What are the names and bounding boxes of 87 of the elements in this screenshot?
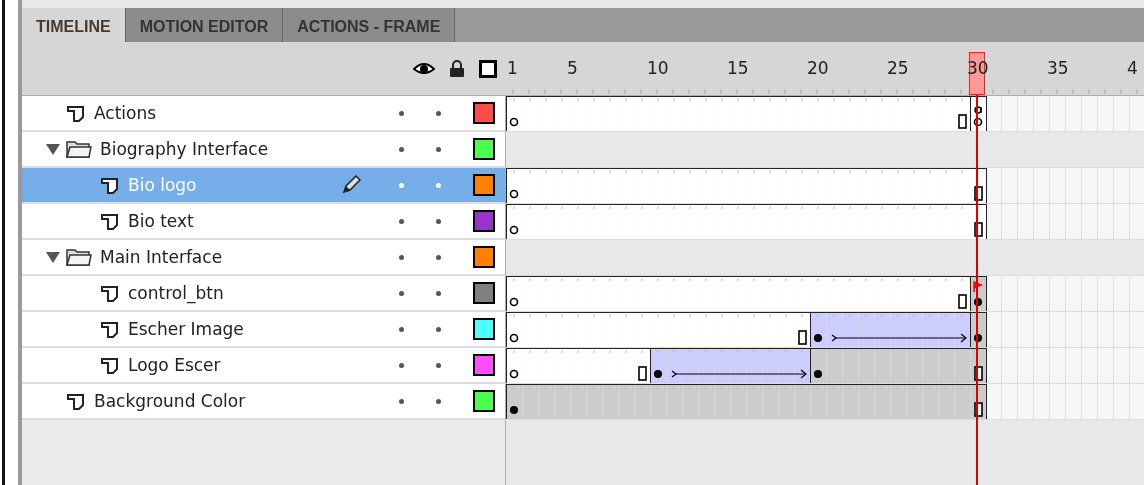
lock-dot[interactable] — [436, 326, 441, 332]
layer-color-swatch[interactable] — [473, 102, 495, 124]
visibility-dot[interactable] — [399, 326, 404, 332]
visibility-dot[interactable] — [399, 218, 404, 224]
layer-name: Background Color — [94, 391, 246, 411]
layer-color-swatch[interactable] — [473, 210, 495, 232]
frame-number: 4 — [1127, 58, 1138, 78]
layer-color-swatch[interactable] — [473, 354, 495, 376]
layer-name: Actions — [94, 103, 157, 123]
lock-dot[interactable] — [436, 110, 441, 116]
expand-arrow-icon[interactable] — [46, 251, 60, 263]
frame-number: 30 — [967, 58, 989, 78]
frame-number: 35 — [1047, 58, 1069, 78]
visibility-dot[interactable] — [399, 146, 404, 152]
folder-icon — [66, 247, 92, 267]
visibility-dot[interactable] — [399, 398, 404, 404]
keyframe-icon[interactable] — [510, 406, 518, 414]
layer-name: Escher Image — [128, 319, 244, 339]
frame-number: 10 — [647, 58, 669, 78]
keyframe-icon[interactable] — [814, 334, 822, 342]
lock-dot[interactable] — [436, 218, 441, 224]
expand-arrow-icon[interactable] — [46, 143, 60, 155]
eye-icon[interactable] — [413, 60, 435, 77]
visibility-dot[interactable] — [399, 254, 404, 260]
lock-dot[interactable] — [436, 146, 441, 152]
layer-icon — [100, 319, 120, 339]
end-frame-icon — [638, 366, 647, 381]
visibility-dot[interactable] — [399, 362, 404, 368]
frame-number: 15 — [727, 58, 749, 78]
frame-number: 25 — [887, 58, 909, 78]
tab[interactable]: TIMELINE — [22, 8, 126, 42]
frame-row[interactable] — [505, 204, 1144, 240]
blank-keyframe-icon[interactable] — [509, 333, 519, 343]
lock-icon[interactable] — [449, 59, 465, 78]
folder-icon — [66, 139, 92, 159]
layer-icon — [100, 175, 120, 195]
end-frame-icon — [798, 330, 807, 345]
keyframe-icon[interactable] — [654, 370, 662, 378]
layer-name: Main Interface — [100, 247, 223, 267]
layer-name: Logo Escer — [128, 355, 221, 375]
layer-name: Bio logo — [128, 175, 197, 195]
end-frame-icon — [958, 294, 967, 309]
layer-row[interactable]: Main Interface — [22, 240, 505, 276]
layer-row[interactable]: Biography Interface — [22, 132, 505, 168]
visibility-dot[interactable] — [399, 110, 404, 116]
layer-icon — [66, 391, 86, 411]
outline-icon[interactable] — [479, 59, 497, 78]
keyframe-icon[interactable] — [814, 370, 822, 378]
blank-keyframe-icon[interactable] — [509, 369, 519, 379]
frame-number: 1 — [507, 58, 518, 78]
layer-icon — [66, 103, 86, 123]
end-frame-icon — [958, 114, 967, 129]
layer-color-swatch[interactable] — [473, 390, 495, 412]
visibility-dot[interactable] — [399, 290, 404, 296]
layer-color-swatch[interactable] — [473, 318, 495, 340]
blank-keyframe-icon[interactable] — [509, 225, 519, 235]
blank-keyframe-icon[interactable] — [509, 117, 519, 127]
layer-color-swatch[interactable] — [473, 174, 495, 196]
frame-row[interactable] — [505, 96, 1144, 132]
layer-name: Biography Interface — [100, 139, 269, 159]
lock-dot[interactable] — [436, 398, 441, 404]
tab[interactable]: MOTION EDITOR — [125, 8, 284, 42]
layer-icon — [100, 211, 120, 231]
blank-keyframe-icon[interactable] — [509, 189, 519, 199]
lock-dot[interactable] — [436, 290, 441, 296]
layer-name: Bio text — [128, 211, 194, 231]
layer-icon — [100, 283, 120, 303]
blank-keyframe-icon[interactable] — [509, 297, 519, 307]
layer-color-swatch[interactable] — [473, 246, 495, 268]
lock-dot[interactable] — [436, 254, 441, 260]
lock-dot[interactable] — [436, 362, 441, 368]
frame-row[interactable] — [505, 168, 1144, 204]
pencil-icon — [341, 175, 361, 195]
visibility-dot[interactable] — [399, 182, 404, 188]
frame-row[interactable] — [505, 312, 1144, 348]
frame-row[interactable] — [505, 276, 1144, 312]
layer-name: control_btn — [128, 283, 224, 303]
frame-number: 5 — [567, 58, 578, 78]
frame-row[interactable] — [505, 384, 1144, 420]
frame-row[interactable] — [505, 348, 1144, 384]
tab[interactable]: ACTIONS - FRAME — [283, 8, 456, 42]
layer-color-swatch[interactable] — [473, 282, 495, 304]
layer-row[interactable]: Background Color — [22, 384, 505, 420]
layer-color-swatch[interactable] — [473, 138, 495, 160]
layer-icon — [100, 355, 120, 375]
frame-number: 20 — [807, 58, 829, 78]
lock-dot[interactable] — [436, 182, 441, 188]
